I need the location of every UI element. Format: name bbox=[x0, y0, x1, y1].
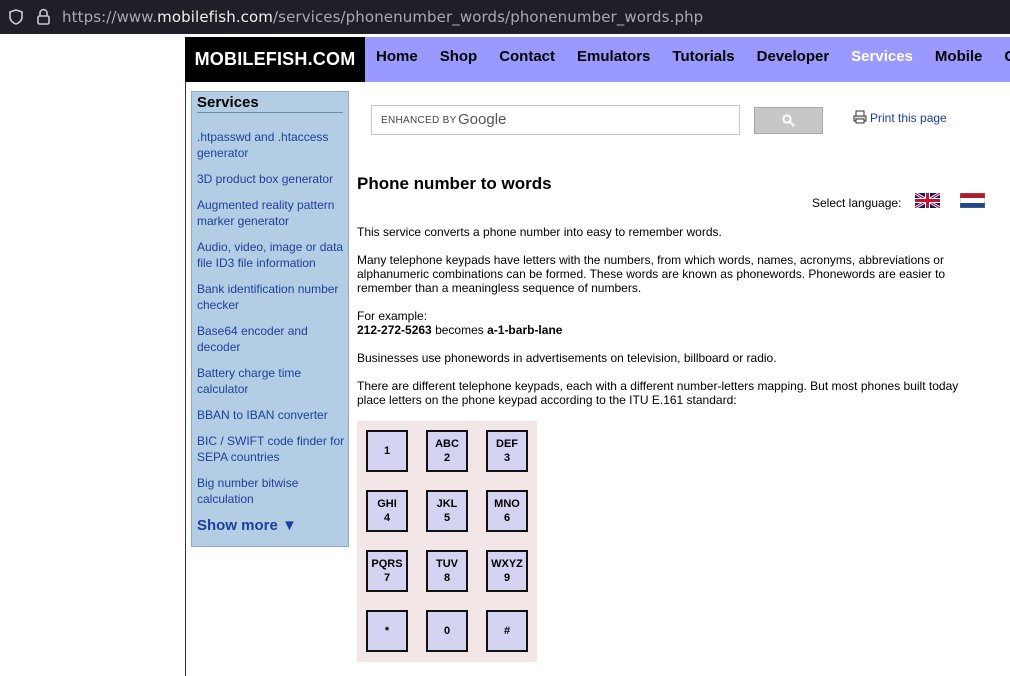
key-letters: TUV bbox=[436, 558, 458, 570]
example-block: For example: 212-272-5263 becomes a-1-ba… bbox=[357, 309, 967, 337]
search-input[interactable]: ENHANCED BY Google bbox=[371, 105, 740, 135]
advertising-text: Businesses use phonewords in advertiseme… bbox=[357, 351, 777, 365]
key-digit: 1 bbox=[383, 445, 391, 457]
key-letters: PQRS bbox=[371, 558, 403, 570]
key-letters: DEF bbox=[496, 438, 518, 450]
nav-contact[interactable]: Contact bbox=[488, 37, 566, 77]
key-letters: MNO bbox=[494, 498, 520, 510]
phone-keypad: 1 ABC 2 DEF 3 GHI 4 JKL 5 MNO 6 PQRS 7 TUV 8 WXYZ 9 * 0 # bbox=[357, 421, 537, 662]
nav-shop[interactable]: Shop bbox=[429, 37, 489, 77]
nav-services[interactable]: Services bbox=[840, 37, 924, 77]
page-title: Phone number to words bbox=[357, 174, 552, 193]
sidebar-item[interactable]: Audio, video, image or data file ID3 fil… bbox=[197, 239, 347, 271]
key-digit: 0 bbox=[443, 625, 451, 637]
example-word: a-1-barb-lane bbox=[487, 323, 563, 337]
sidebar-item[interactable]: BBAN to IBAN converter bbox=[197, 407, 347, 423]
key-letters: WXYZ bbox=[491, 558, 523, 570]
top-navigation: Home Shop Contact Emulators Tutorials Develop… bbox=[365, 37, 1010, 82]
nav-game[interactable]: Game bbox=[993, 37, 1010, 77]
printer-icon bbox=[853, 110, 867, 124]
print-label: Print this page bbox=[870, 111, 947, 125]
keypad-key-1: 1 bbox=[366, 430, 408, 472]
key-digit: 5 bbox=[443, 512, 451, 524]
keypad-key-9: WXYZ 9 bbox=[486, 550, 528, 592]
key-digit: 3 bbox=[503, 452, 511, 464]
print-link[interactable]: Print this page bbox=[853, 110, 947, 125]
keypad-key-4: GHI 4 bbox=[366, 490, 408, 532]
nav-mobile[interactable]: Mobile bbox=[924, 37, 994, 77]
key-letters: JKL bbox=[436, 498, 458, 510]
keypad-key-*: * bbox=[366, 610, 408, 652]
site-logo[interactable]: MOBILEFISH.COM bbox=[185, 37, 365, 82]
google-logo-text: Google bbox=[458, 111, 507, 128]
show-more-link[interactable]: Show more ▼ bbox=[197, 517, 348, 534]
example-becomes: becomes bbox=[431, 323, 488, 337]
dutch-flag-icon[interactable] bbox=[960, 193, 985, 208]
nav-emulators[interactable]: Emulators bbox=[566, 37, 661, 77]
example-number: 212-272-5263 bbox=[357, 323, 432, 337]
browser-url-bar: https://www.mobilefish.com/services/phon… bbox=[0, 0, 1010, 34]
page-left-border bbox=[185, 82, 186, 676]
search-icon bbox=[782, 114, 795, 127]
keypad-key-7: PQRS 7 bbox=[366, 550, 408, 592]
nav-home[interactable]: Home bbox=[365, 37, 429, 77]
keypad-key-8: TUV 8 bbox=[426, 550, 468, 592]
nav-tutorials[interactable]: Tutorials bbox=[661, 37, 745, 77]
lock-icon[interactable] bbox=[37, 8, 50, 25]
keypad-key-#: # bbox=[486, 610, 528, 652]
url-prefix: https://www. bbox=[62, 8, 158, 26]
sidebar-item[interactable]: Base64 encoder and decoder bbox=[197, 323, 347, 355]
key-digit: 7 bbox=[383, 572, 391, 584]
sidebar-list: .htpasswd and .htaccess generator 3D prod… bbox=[192, 129, 348, 507]
keypad-key-0: 0 bbox=[426, 610, 468, 652]
sidebar-item[interactable]: 3D product box generator bbox=[197, 171, 347, 187]
example-line: 212-272-5263 becomes a-1-barb-lane bbox=[357, 323, 967, 337]
nav-developer[interactable]: Developer bbox=[746, 37, 841, 77]
keypad-key-3: DEF 3 bbox=[486, 430, 528, 472]
search-button[interactable] bbox=[754, 107, 823, 134]
key-digit: 9 bbox=[503, 572, 511, 584]
key-letters: GHI bbox=[377, 498, 397, 510]
uk-flag-icon[interactable] bbox=[915, 193, 940, 208]
sidebar-item[interactable]: BIC / SWIFT code finder for SEPA countri… bbox=[197, 433, 347, 465]
sidebar-item[interactable]: Bank identification number checker bbox=[197, 281, 347, 313]
key-digit: * bbox=[384, 625, 390, 637]
key-digit: 8 bbox=[443, 572, 451, 584]
sidebar-title: Services bbox=[197, 92, 343, 113]
services-sidebar: Services .htpasswd and .htaccess generat… bbox=[191, 91, 349, 547]
sidebar-item[interactable]: Augmented reality pattern marker generat… bbox=[197, 197, 347, 229]
url-field[interactable]: https://www.mobilefish.com/services/phon… bbox=[62, 8, 703, 26]
keypad-key-6: MNO 6 bbox=[486, 490, 528, 532]
enhanced-by-label: ENHANCED BY bbox=[381, 115, 457, 126]
phonewords-description: Many telephone keypads have letters with… bbox=[357, 253, 946, 295]
sidebar-item[interactable]: Battery charge time calculator bbox=[197, 365, 347, 397]
url-path: /services/phonenumber_words/phonenumber_… bbox=[273, 8, 704, 26]
shield-icon[interactable] bbox=[9, 9, 23, 25]
example-label: For example: bbox=[357, 309, 428, 323]
key-digit: # bbox=[503, 625, 511, 637]
key-letters: ABC bbox=[435, 438, 459, 450]
select-language-label: Select language: bbox=[812, 196, 902, 210]
key-digit: 6 bbox=[503, 512, 511, 524]
key-digit: 2 bbox=[443, 452, 451, 464]
keypad-key-5: JKL 5 bbox=[426, 490, 468, 532]
sidebar-item[interactable]: Big number bitwise calculation bbox=[197, 475, 347, 507]
intro-text: This service converts a phone number int… bbox=[357, 225, 722, 239]
sidebar-item[interactable]: .htpasswd and .htaccess generator bbox=[197, 129, 347, 161]
keypad-key-2: ABC 2 bbox=[426, 430, 468, 472]
url-domain: mobilefish.com bbox=[157, 8, 274, 26]
keypad-standard-text: There are different telephone keypads, e… bbox=[357, 379, 959, 407]
key-digit: 4 bbox=[383, 512, 391, 524]
